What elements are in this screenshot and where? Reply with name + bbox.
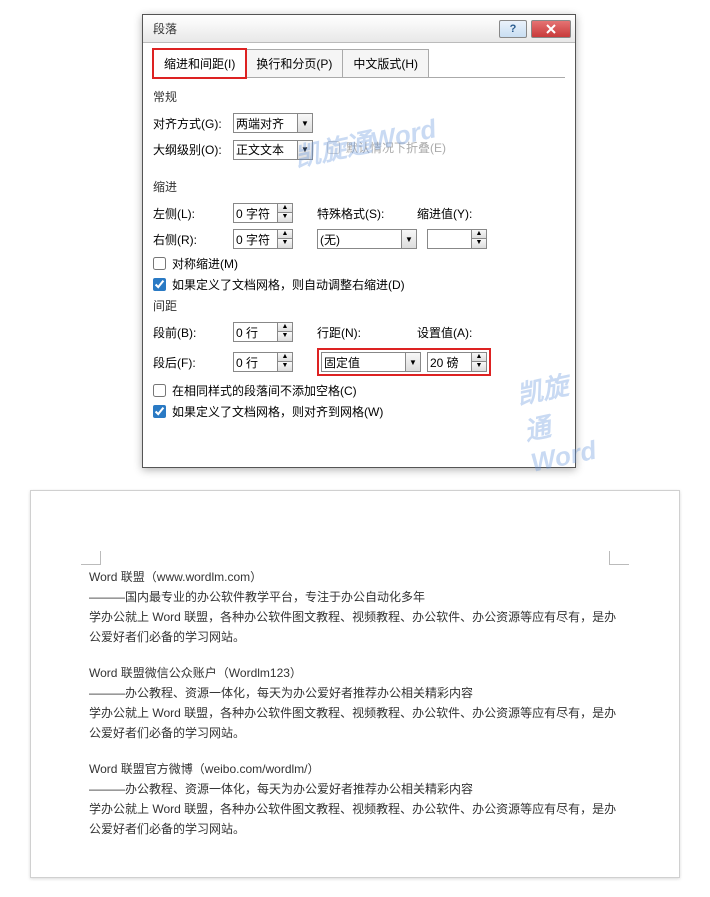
collapse-checkbox[interactable]: 默认情况下折叠(E) [327, 139, 446, 156]
right-indent-spinner[interactable]: ▲▼ [233, 229, 293, 249]
collapse-check [327, 141, 340, 154]
spin-down-icon[interactable]: ▼ [472, 362, 486, 371]
spin-up-icon[interactable]: ▲ [472, 230, 486, 239]
chevron-down-icon[interactable]: ▼ [297, 140, 313, 160]
spin-down-icon[interactable]: ▼ [278, 362, 292, 371]
doc-text: ———办公教程、资源一体化，每天为办公爱好者推荐办公相关精彩内容 [89, 779, 621, 799]
doc-text: Word 联盟官方微博（weibo.com/wordlm/） [89, 759, 621, 779]
align-value[interactable] [233, 113, 297, 133]
before-value[interactable] [233, 322, 277, 342]
titlebar: 段落 ? [143, 15, 575, 43]
after-spinner[interactable]: ▲▼ [233, 352, 293, 372]
spin-up-icon[interactable]: ▲ [278, 323, 292, 332]
set-value-input[interactable] [427, 352, 471, 372]
mirror-label: 对称缩进(M) [172, 255, 238, 272]
outline-value[interactable] [233, 140, 297, 160]
crop-mark-tl [81, 551, 101, 565]
doc-text: 学办公就上 Word 联盟，各种办公软件图文教程、视频教程、办公软件、办公资源等… [89, 703, 621, 743]
set-value-spinner[interactable]: ▲▼ [427, 352, 487, 372]
after-value[interactable] [233, 352, 277, 372]
tab-asian-typography[interactable]: 中文版式(H) [342, 49, 429, 77]
right-indent-label: 右侧(R): [153, 231, 233, 248]
doc-text: 学办公就上 Word 联盟，各种办公软件图文教程、视频教程、办公软件、办公资源等… [89, 799, 621, 839]
indent-value-spinner[interactable]: ▲▼ [427, 229, 487, 249]
indent-value-input[interactable] [427, 229, 471, 249]
doc-text: ———国内最专业的办公软件教学平台，专注于办公自动化多年 [89, 587, 621, 607]
set-value-label: 设置值(A): [417, 324, 497, 341]
section-general: 常规 [153, 88, 565, 105]
nospace-checkbox[interactable]: 在相同样式的段落间不添加空格(C) [153, 382, 565, 399]
spin-down-icon[interactable]: ▼ [278, 332, 292, 341]
tabstrip: 缩进和间距(I) 换行和分页(P) 中文版式(H) [153, 49, 565, 78]
section-indent: 缩进 [153, 178, 565, 195]
paragraph-dialog: 段落 ? 凯旋通Word 凯旋通Word 缩进和间距(I) 换行和分页(P) 中… [142, 14, 576, 468]
special-format-select[interactable]: ▼ [317, 229, 417, 249]
before-label: 段前(B): [153, 324, 233, 341]
chevron-down-icon[interactable]: ▼ [297, 113, 313, 133]
nospace-check[interactable] [153, 384, 166, 397]
snapgrid-checkbox[interactable]: 如果定义了文档网格，则对齐到网格(W) [153, 403, 565, 420]
chevron-down-icon[interactable]: ▼ [405, 352, 421, 372]
spin-up-icon[interactable]: ▲ [472, 353, 486, 362]
spin-up-icon[interactable]: ▲ [278, 204, 292, 213]
help-button[interactable]: ? [499, 20, 527, 38]
before-spinner[interactable]: ▲▼ [233, 322, 293, 342]
doc-text: ———办公教程、资源一体化，每天为办公爱好者推荐办公相关精彩内容 [89, 683, 621, 703]
collapse-label: 默认情况下折叠(E) [346, 139, 446, 156]
indent-value-label: 缩进值(Y): [417, 205, 497, 222]
left-indent-spinner[interactable]: ▲▼ [233, 203, 293, 223]
doc-text: Word 联盟微信公众账户（Wordlm123） [89, 663, 621, 683]
spin-up-icon[interactable]: ▲ [278, 230, 292, 239]
section-spacing: 间距 [153, 297, 565, 314]
align-label: 对齐方式(G): [153, 115, 233, 132]
nospace-label: 在相同样式的段落间不添加空格(C) [172, 382, 357, 399]
snapgrid-label: 如果定义了文档网格，则对齐到网格(W) [172, 403, 383, 420]
mirror-check[interactable] [153, 257, 166, 270]
close-button[interactable] [531, 20, 571, 38]
mirror-indent-checkbox[interactable]: 对称缩进(M) [153, 255, 565, 272]
autogrid-check[interactable] [153, 278, 166, 291]
special-format-label: 特殊格式(S): [317, 205, 417, 222]
tab-line-page-breaks[interactable]: 换行和分页(P) [245, 49, 343, 77]
autogrid-label: 如果定义了文档网格，则自动调整右缩进(D) [172, 276, 405, 293]
doc-text: Word 联盟（www.wordlm.com） [89, 567, 621, 587]
outline-select[interactable]: ▼ [233, 140, 313, 160]
close-icon [545, 24, 557, 34]
document-body: Word 联盟（www.wordlm.com） ———国内最专业的办公软件教学平… [89, 567, 621, 839]
spin-up-icon[interactable]: ▲ [278, 353, 292, 362]
left-indent-value[interactable] [233, 203, 277, 223]
dialog-title: 段落 [147, 20, 499, 37]
snapgrid-check[interactable] [153, 405, 166, 418]
titlebar-buttons: ? [499, 20, 571, 38]
line-spacing-select[interactable]: ▼ [321, 352, 421, 372]
doc-text: 学办公就上 Word 联盟，各种办公软件图文教程、视频教程、办公软件、办公资源等… [89, 607, 621, 647]
special-format-value[interactable] [317, 229, 401, 249]
spin-down-icon[interactable]: ▼ [472, 239, 486, 248]
chevron-down-icon[interactable]: ▼ [401, 229, 417, 249]
line-spacing-highlight: ▼ ▲▼ [317, 348, 491, 376]
line-spacing-value[interactable] [321, 352, 405, 372]
outline-label: 大纲级别(O): [153, 141, 233, 158]
autogrid-checkbox[interactable]: 如果定义了文档网格，则自动调整右缩进(D) [153, 276, 565, 293]
document-page: Word 联盟（www.wordlm.com） ———国内最专业的办公软件教学平… [30, 490, 680, 878]
left-indent-label: 左侧(L): [153, 205, 233, 222]
tab-indent-spacing[interactable]: 缩进和间距(I) [153, 49, 246, 78]
after-label: 段后(F): [153, 354, 233, 371]
align-select[interactable]: ▼ [233, 113, 313, 133]
line-spacing-label: 行距(N): [317, 324, 417, 341]
watermark: 凯旋通Word [513, 362, 599, 478]
right-indent-value[interactable] [233, 229, 277, 249]
spin-down-icon[interactable]: ▼ [278, 239, 292, 248]
spin-down-icon[interactable]: ▼ [278, 213, 292, 222]
crop-mark-tr [609, 551, 629, 565]
